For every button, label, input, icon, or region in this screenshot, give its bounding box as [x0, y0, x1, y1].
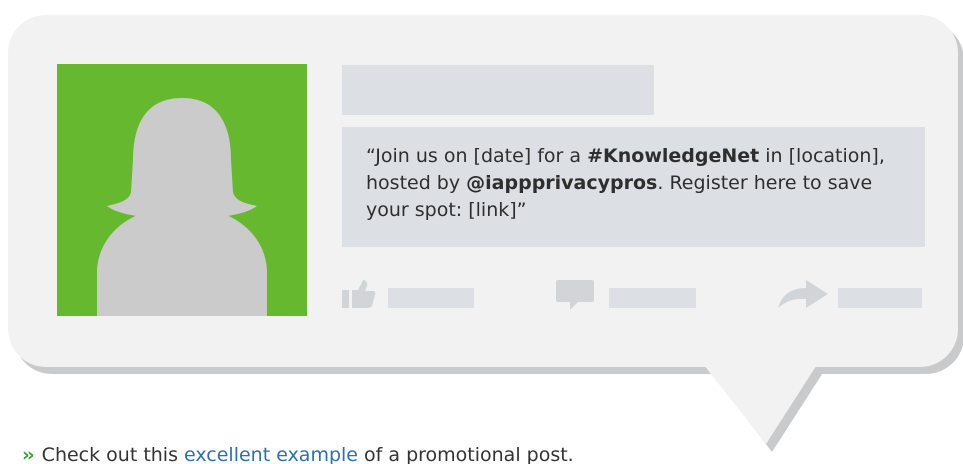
- comment-icon: [556, 280, 594, 310]
- comment-count-placeholder: [609, 288, 696, 308]
- caption-text-after: of a promotional post.: [358, 444, 574, 464]
- comment-action[interactable]: [556, 280, 696, 310]
- social-post-illustration: “Join us on [date] for a #KnowledgeNet i…: [0, 0, 963, 464]
- like-count-placeholder: [388, 288, 474, 308]
- share-arrow-icon: [778, 280, 828, 308]
- author-name-placeholder: [342, 65, 654, 115]
- post-content: “Join us on [date] for a #KnowledgeNet i…: [342, 127, 925, 247]
- chevron-right-icon: ››: [22, 444, 35, 464]
- caption: ›› Check out this excellent example of a …: [22, 444, 574, 464]
- thumbs-up-icon: [342, 280, 376, 308]
- post-text: “Join us on [date] for a #KnowledgeNet i…: [366, 143, 901, 224]
- handle-link[interactable]: @iappprivacypros: [466, 172, 657, 194]
- like-action[interactable]: [342, 280, 474, 308]
- share-count-placeholder: [838, 288, 922, 308]
- avatar: [57, 64, 307, 316]
- user-silhouette-icon: [97, 98, 267, 316]
- hashtag-link[interactable]: #KnowledgeNet: [587, 145, 759, 167]
- post-text-part-1: “Join us on [date] for a: [366, 145, 588, 167]
- caption-text-before: Check out this: [41, 444, 185, 464]
- example-link[interactable]: excellent example: [184, 444, 358, 464]
- share-action[interactable]: [778, 280, 922, 308]
